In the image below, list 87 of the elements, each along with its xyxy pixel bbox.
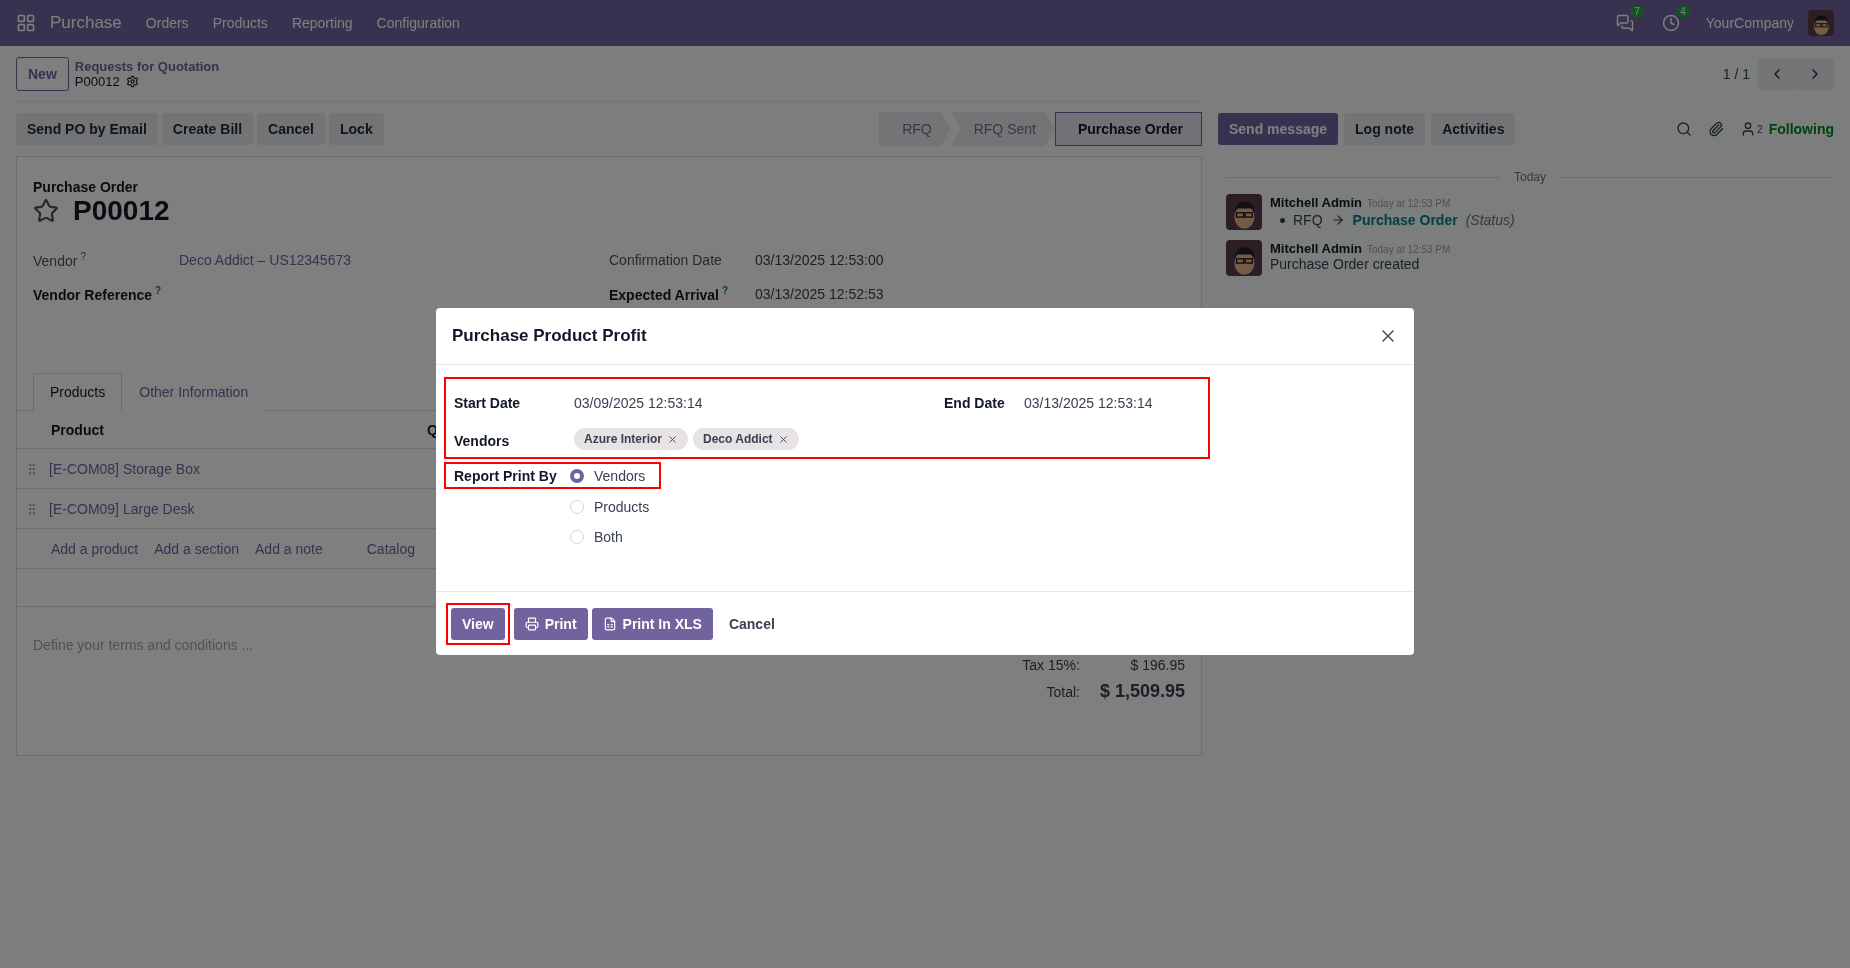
menu-item[interactable]: Reporting	[281, 15, 363, 31]
add-link[interactable]: Catalog	[366, 540, 415, 557]
gear-icon[interactable]	[125, 74, 139, 88]
record-title: P00012	[73, 195, 170, 227]
total-value: $ 196.95	[1130, 657, 1185, 673]
author-avatar[interactable]	[1226, 240, 1262, 276]
radio-option[interactable]: Both	[570, 529, 1406, 545]
apps-menu-icon[interactable]	[16, 13, 36, 33]
old-value: RFQ	[1293, 212, 1323, 228]
xls-button[interactable]: Print In XLS	[591, 607, 713, 640]
form-title-label: Purchase Order	[33, 179, 140, 195]
arrow-right-icon	[1330, 213, 1345, 227]
column-header: Product	[51, 421, 105, 438]
add-link[interactable]: Add a note	[255, 540, 323, 557]
action-button[interactable]: Lock	[329, 113, 384, 145]
vendor-tag[interactable]: Azure Interior	[574, 428, 688, 450]
status-stage[interactable]: Purchase Order	[1054, 112, 1202, 146]
action-button[interactable]: Create Bill	[161, 113, 254, 145]
form-tab[interactable]: Products	[33, 373, 123, 411]
menu-item[interactable]: Products	[202, 15, 278, 31]
menu-item[interactable]: Configuration	[366, 15, 470, 31]
spreadsheet-file-icon	[602, 616, 617, 631]
field-label: Report Print By	[454, 466, 556, 486]
total-label: Tax 15%:	[1022, 657, 1080, 673]
paperclip-icon[interactable]	[1708, 121, 1725, 137]
dialog-title: Purchase Product Profit	[452, 326, 647, 346]
chat-icon[interactable]	[1615, 14, 1634, 32]
star-icon[interactable]	[33, 198, 59, 224]
product-cell[interactable]: [E-COM09] Large Desk	[49, 500, 195, 517]
start-date-field[interactable]: 03/09/2025 12:53:14	[574, 395, 944, 411]
user-avatar[interactable]	[1808, 10, 1834, 36]
field-label: Vendor $^{?}$	[33, 251, 87, 269]
field-label: Expected Arrival $^{?}$	[609, 285, 730, 303]
field-value[interactable]: Deco Addict – US12345673	[179, 252, 351, 268]
message-count: 7	[1630, 6, 1644, 17]
radio-option[interactable]: Products	[570, 499, 1406, 515]
bullet-icon	[1280, 217, 1285, 223]
pager-text: 1 / 1	[1722, 66, 1750, 82]
author-avatar[interactable]	[1226, 194, 1262, 230]
cancel-button[interactable]: Cancel	[716, 608, 787, 639]
new-value: Purchase Order	[1352, 212, 1458, 228]
printer-icon	[524, 616, 539, 631]
product-cell[interactable]: [E-COM08] Storage Box	[49, 460, 200, 477]
field-label: Confirmation Date	[609, 252, 723, 268]
field-label: Start Date	[454, 394, 522, 413]
app-name[interactable]: Purchase	[40, 13, 132, 33]
status-stage[interactable]: RFQ	[879, 112, 951, 146]
follower-count: 2	[1757, 123, 1763, 135]
radio-icon[interactable]	[570, 468, 584, 483]
chatter-button[interactable]: Log note	[1344, 113, 1426, 145]
field-label: Vendors	[454, 432, 511, 451]
next-button[interactable]	[1796, 58, 1834, 90]
field-value: 03/13/2025 12:53:00	[755, 252, 884, 268]
date-separator: Today	[1514, 170, 1546, 184]
view-button[interactable]: View	[451, 607, 505, 640]
activity-count: 4	[1676, 6, 1690, 17]
radio-option[interactable]: Vendors	[570, 467, 646, 484]
chatter-button[interactable]: Activities	[1431, 113, 1516, 145]
author-name[interactable]: Mitchell Admin	[1270, 241, 1362, 256]
menu-item[interactable]: Orders	[135, 15, 199, 31]
field-label: End Date	[944, 394, 1006, 413]
new-button[interactable]: New	[16, 56, 69, 91]
field-label: Vendor Reference $^{?}$	[33, 285, 163, 303]
add-link[interactable]: Add a section	[154, 540, 239, 557]
clock-icon[interactable]	[1661, 14, 1680, 32]
add-link[interactable]: Add a product	[51, 540, 139, 557]
remove-icon[interactable]	[777, 433, 789, 445]
total-value: $ 1,509.95	[1099, 681, 1185, 702]
status-stage[interactable]: RFQ Sent	[950, 112, 1055, 146]
author-name[interactable]: Mitchell Admin	[1270, 195, 1362, 210]
chatter-button[interactable]: Send message	[1218, 113, 1339, 145]
field-name: (Status)	[1465, 212, 1515, 228]
total-label: Total:	[1046, 683, 1080, 700]
record-name: P00012	[74, 73, 120, 89]
field-value: 03/13/2025 12:52:53	[755, 286, 884, 302]
vendor-tag[interactable]: Deco Addict	[693, 428, 799, 450]
following-link[interactable]: Following	[1768, 121, 1834, 137]
message-body: Purchase Order created	[1270, 256, 1421, 272]
print-button[interactable]: Print	[513, 607, 588, 640]
end-date-field[interactable]: 03/13/2025 12:53:14	[1024, 395, 1200, 411]
previous-button[interactable]	[1758, 58, 1796, 90]
action-button[interactable]: Cancel	[257, 113, 325, 145]
company-name[interactable]: YourCompany	[1695, 15, 1804, 31]
action-button[interactable]: Send PO by Email	[16, 113, 158, 145]
remove-icon[interactable]	[667, 433, 678, 445]
breadcrumb-link[interactable]: Requests for Quotation	[74, 58, 220, 74]
search-icon[interactable]	[1676, 121, 1693, 137]
